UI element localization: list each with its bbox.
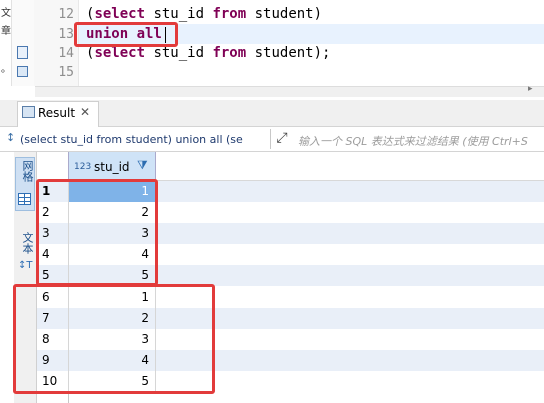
filter-input[interactable]: 输入一个 SQL 表达式来过滤结果 (使用 Ctrl+S	[298, 133, 528, 149]
close-icon[interactable]: ✕	[80, 105, 90, 119]
grid-icon	[18, 193, 31, 205]
code-text: student)	[246, 6, 323, 22]
highlight-box-second-query-rows	[13, 284, 215, 394]
line-number: 12	[58, 7, 74, 22]
highlight-box-union-all	[74, 22, 178, 47]
save-icon	[17, 66, 28, 77]
filter-query-text: (select stu_id from student) union all (…	[20, 133, 243, 146]
expand-icon[interactable]: ⤢	[273, 129, 291, 147]
column-filter-icon[interactable]: ⧩	[137, 158, 148, 173]
line-number: 13	[58, 27, 74, 42]
code-text: student);	[246, 45, 331, 61]
scroll-arrow-icon[interactable]: ▸	[528, 84, 533, 94]
line-number: 15	[58, 65, 74, 80]
sort-filter-icon[interactable]: ↕	[6, 131, 15, 144]
left-strip-char: 。	[1, 64, 11, 75]
divider	[270, 129, 271, 149]
keyword-from: from	[212, 45, 247, 61]
keyword-from: from	[212, 6, 247, 22]
icon-gutter	[12, 0, 34, 86]
keyword-select: select	[94, 45, 146, 61]
grid-view-label: 网格	[21, 160, 34, 182]
table-icon	[22, 106, 35, 118]
highlight-box-first-query-rows	[36, 179, 158, 286]
tab-text-view[interactable]: 文本	[19, 232, 35, 254]
document-icon	[17, 46, 28, 59]
line-number: 14	[58, 46, 74, 61]
numeric-type-icon: 123	[74, 162, 92, 172]
left-strip-char: 文	[1, 8, 11, 19]
horizontal-scrollbar[interactable]	[35, 86, 544, 97]
left-strip-char: 章	[1, 26, 11, 37]
keyword-select: select	[94, 6, 146, 22]
line-number-gutter: 12 13 14 15	[34, 0, 79, 86]
text-view-icon: ↕T	[18, 260, 33, 271]
left-panel-edge: 文 章 。	[0, 0, 12, 86]
code-text: stu_id	[145, 6, 213, 22]
column-name: stu_id	[94, 160, 130, 174]
tab-result-label: Result	[38, 106, 76, 120]
code-text: stu_id	[145, 45, 213, 61]
